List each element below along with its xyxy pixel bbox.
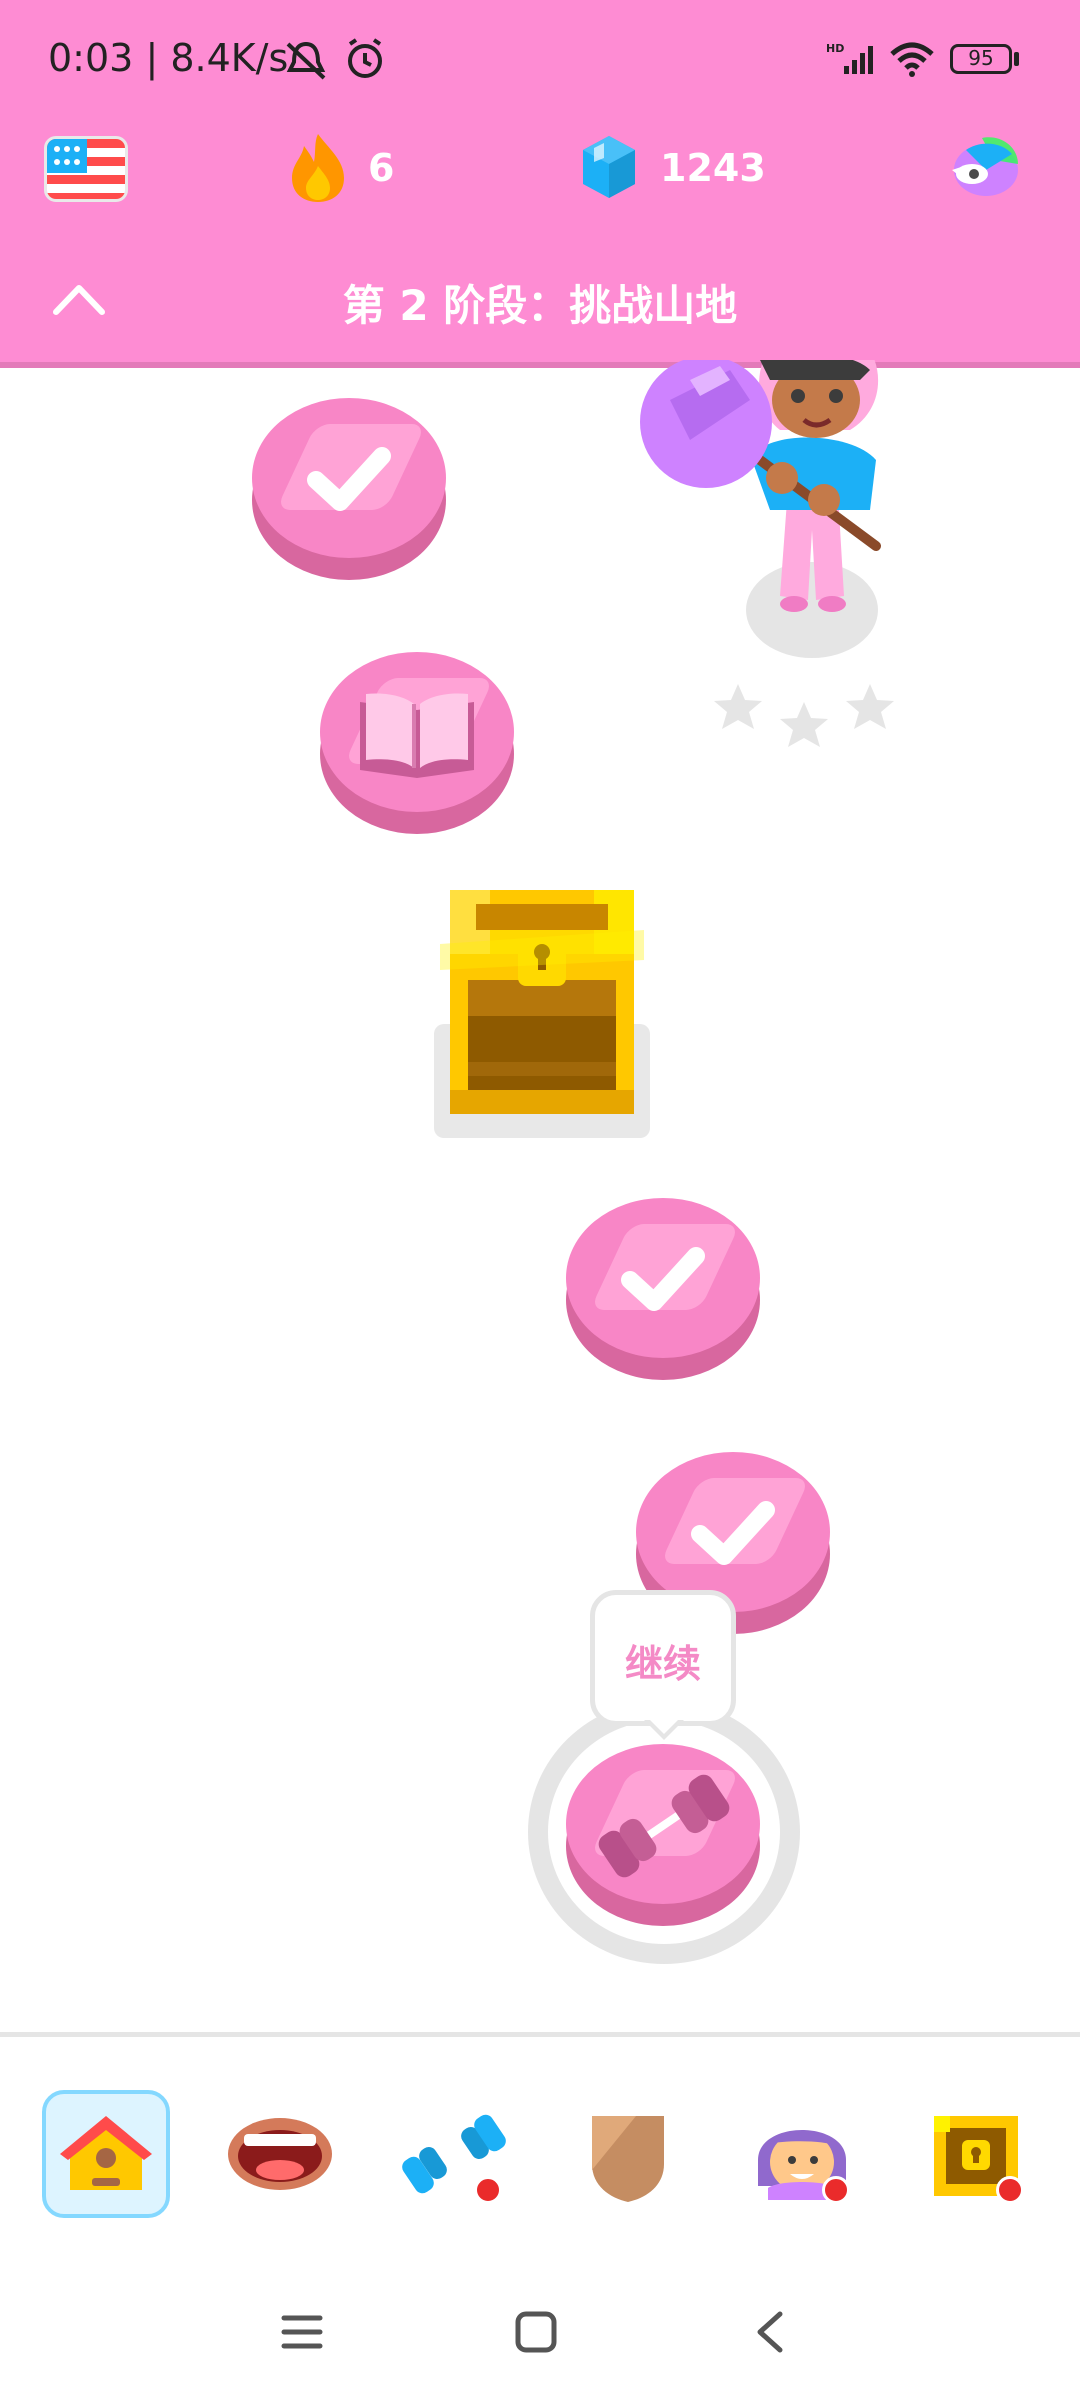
mouth-icon <box>228 2118 332 2190</box>
lesson-node-completed[interactable] <box>566 1198 760 1380</box>
battery-level: 95 <box>968 46 994 70</box>
character-illustration <box>640 360 881 658</box>
network-speed: 8.4K/s <box>170 36 289 80</box>
nav-divider <box>0 2032 1080 2037</box>
super-duo-icon[interactable] <box>946 130 1024 204</box>
cellular-signal-icon: HD <box>826 42 873 74</box>
continue-tooltip[interactable]: 继续 <box>590 1590 736 1726</box>
lesson-node-completed[interactable] <box>252 398 446 580</box>
mute-bell-icon <box>286 41 326 80</box>
wifi-icon <box>890 42 934 77</box>
nav-shop[interactable] <box>912 2090 1040 2218</box>
notification-dot <box>996 2176 1024 2204</box>
gems-count: 1243 <box>660 146 766 190</box>
shield-icon <box>592 2116 664 2202</box>
checkmark-icon <box>307 447 391 511</box>
nav-practice[interactable] <box>390 2090 518 2218</box>
battery-icon: 95 <box>950 44 1012 74</box>
nav-leagues[interactable] <box>564 2090 692 2218</box>
continue-label: 继续 <box>624 1642 701 1686</box>
home-button-icon[interactable] <box>514 2310 558 2354</box>
nav-learn[interactable] <box>42 2090 170 2218</box>
svg-text:HD: HD <box>826 42 844 55</box>
us-flag-icon[interactable] <box>44 136 128 202</box>
gem-icon[interactable] <box>580 134 638 200</box>
treasure-chest-icon[interactable] <box>440 890 644 1120</box>
nav-speak[interactable] <box>216 2090 344 2218</box>
lesson-stars <box>714 684 894 747</box>
home-icon <box>60 2116 152 2190</box>
checkmark-icon <box>691 1501 775 1565</box>
status-bar-time: 0:03 | 8.4K/s <box>48 36 289 80</box>
alarm-icon <box>348 38 382 78</box>
nav-profile[interactable] <box>738 2090 866 2218</box>
tooltip-arrow <box>644 1720 684 1740</box>
book-icon <box>360 693 474 778</box>
dumbbell-icon <box>598 1774 730 1878</box>
notification-dot <box>822 2176 850 2204</box>
recent-apps-icon[interactable] <box>280 2312 324 2352</box>
practice-node-current[interactable] <box>566 1744 760 1926</box>
back-icon[interactable] <box>752 2310 788 2354</box>
stage-title: 第 2 阶段：挑战山地 <box>342 281 738 330</box>
story-node[interactable] <box>320 652 514 834</box>
clock: 0:03 <box>48 36 134 80</box>
streak-count: 6 <box>368 146 395 190</box>
notification-dot <box>474 2176 502 2204</box>
header-shadow <box>0 362 1080 368</box>
streak-flame-icon[interactable] <box>290 132 346 204</box>
checkmark-icon <box>621 1247 705 1311</box>
